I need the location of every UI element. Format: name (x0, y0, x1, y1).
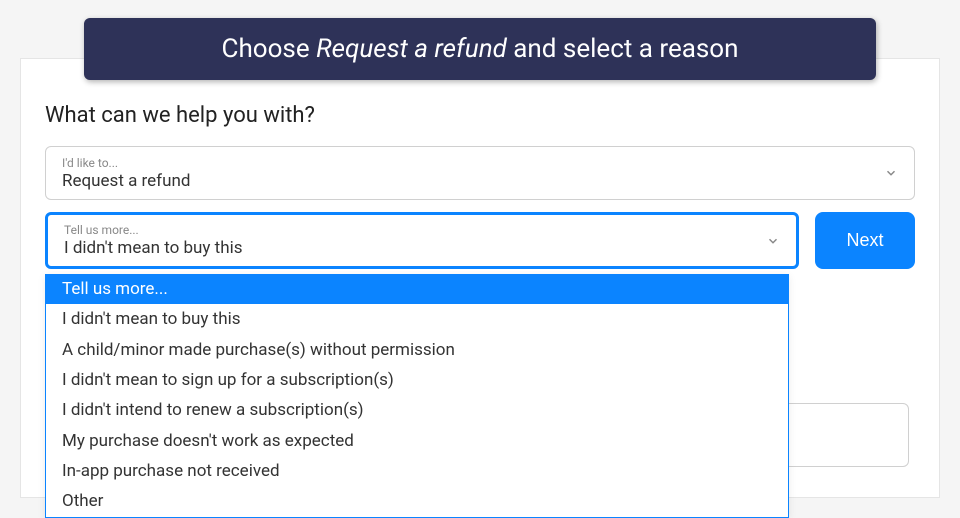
help-question: What can we help you with? (45, 103, 915, 128)
reason-select-value: I didn't mean to buy this (64, 238, 756, 258)
dropdown-option[interactable]: I didn't intend to renew a subscription(… (46, 395, 788, 425)
select-row-2: Tell us more... I didn't mean to buy thi… (45, 212, 915, 269)
dropdown-option[interactable]: A child/minor made purchase(s) without p… (46, 335, 788, 365)
banner-prefix: Choose (222, 34, 317, 64)
reason-select-label: Tell us more... (64, 223, 756, 237)
dropdown-option[interactable]: Other (46, 486, 788, 516)
reason-dropdown-list: Tell us more...I didn't mean to buy this… (45, 274, 789, 518)
dropdown-option[interactable]: I didn't mean to buy this (46, 304, 788, 334)
banner-suffix: and select a reason (507, 34, 739, 64)
action-select-label: I'd like to... (62, 156, 874, 170)
dropdown-option[interactable]: Tell us more... (46, 274, 788, 304)
dropdown-option[interactable]: My purchase doesn't work as expected (46, 426, 788, 456)
action-select-value: Request a refund (62, 171, 874, 191)
instruction-banner: Choose Request a refund and select a rea… (84, 18, 876, 80)
help-card: What can we help you with? I'd like to..… (20, 58, 940, 498)
reason-select[interactable]: Tell us more... I didn't mean to buy thi… (45, 212, 799, 269)
select-row-1: I'd like to... Request a refund (45, 146, 915, 200)
chevron-down-icon (766, 234, 780, 248)
dropdown-option[interactable]: In-app purchase not received (46, 456, 788, 486)
next-button[interactable]: Next (815, 212, 915, 269)
banner-italic: Request a refund (316, 34, 507, 64)
chevron-down-icon (884, 166, 898, 180)
dropdown-option[interactable]: I didn't mean to sign up for a subscript… (46, 365, 788, 395)
action-select[interactable]: I'd like to... Request a refund (45, 146, 915, 200)
